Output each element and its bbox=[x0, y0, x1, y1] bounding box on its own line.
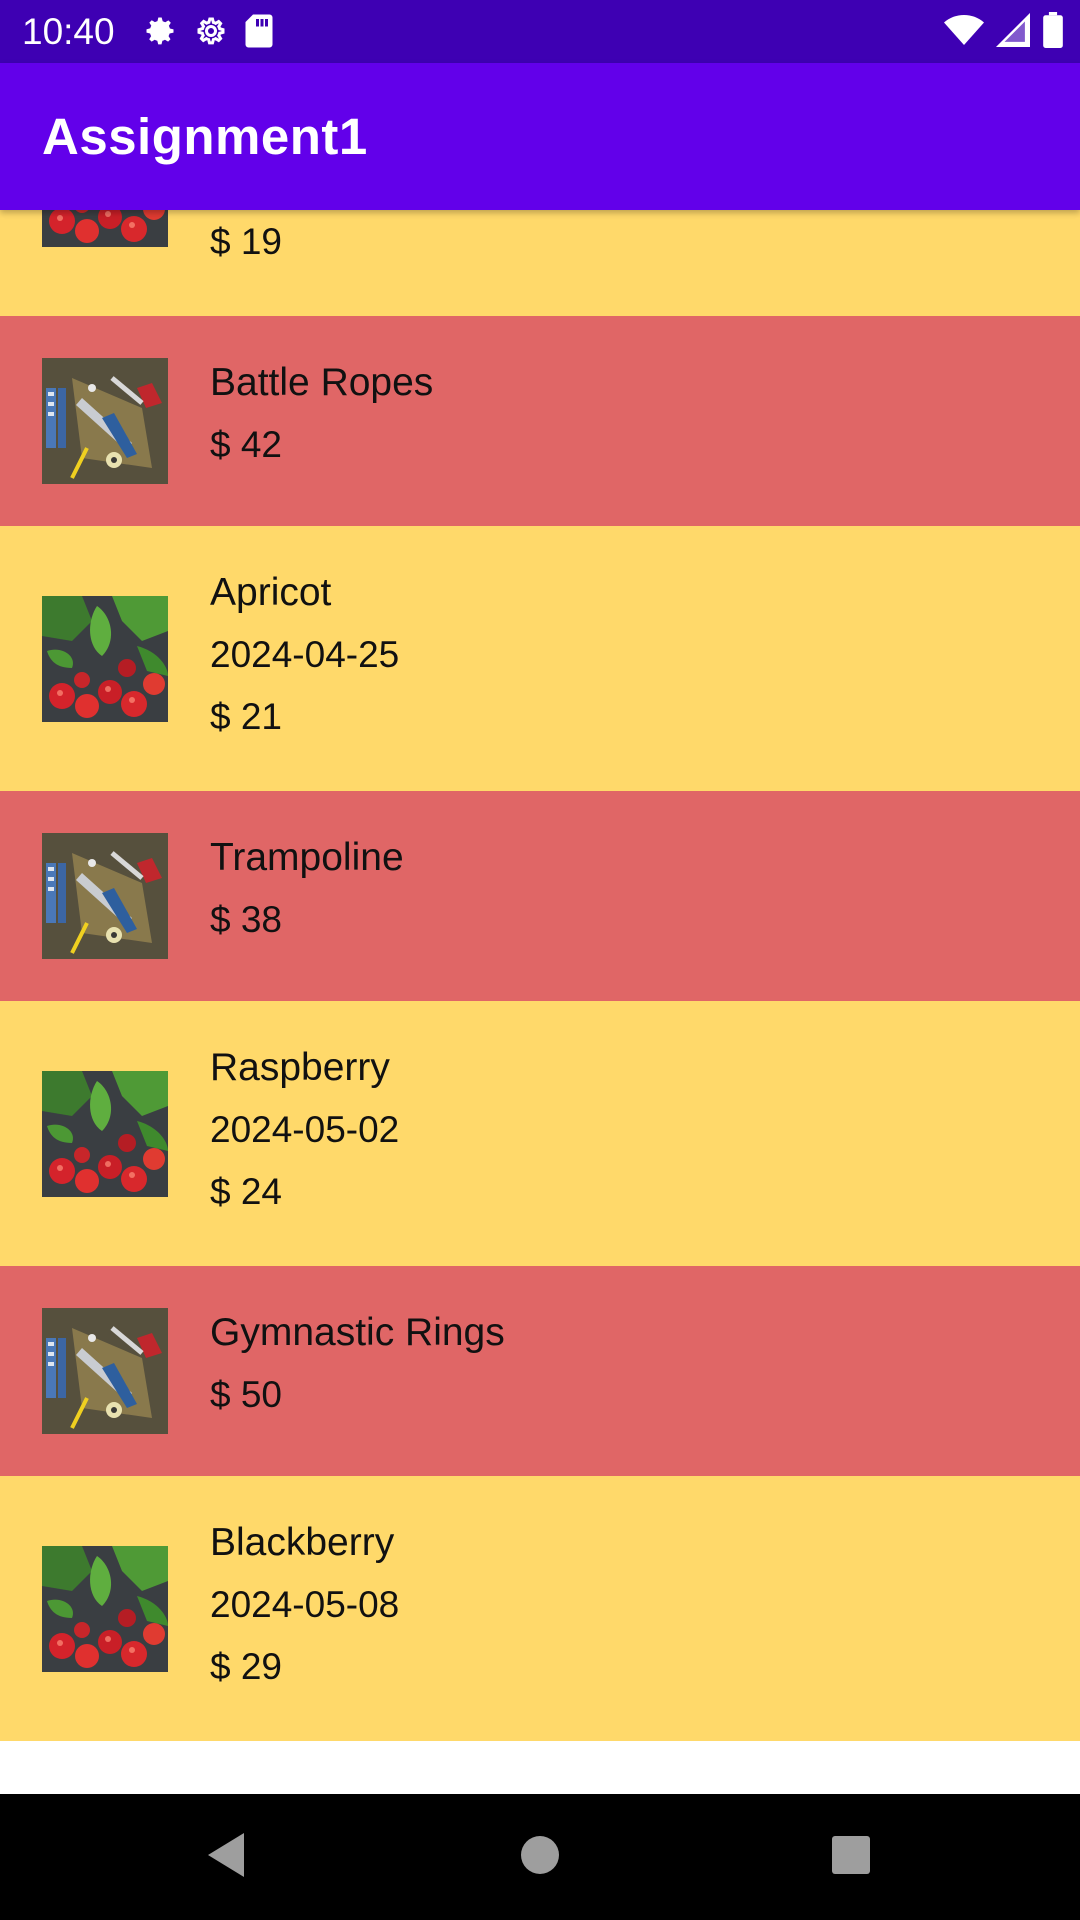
wifi-icon bbox=[944, 13, 984, 47]
app-title: Assignment1 bbox=[42, 108, 368, 165]
item-price: $ 19 bbox=[210, 221, 283, 262]
list-item[interactable]: Raspberry 2024-05-02 $ 24 bbox=[0, 1001, 1080, 1266]
item-price: $ 38 bbox=[210, 899, 283, 940]
tools-image bbox=[42, 833, 168, 959]
item-date: 2024-05-08 bbox=[210, 1584, 400, 1625]
home-button[interactable] bbox=[480, 1794, 600, 1920]
item-date: 2024-05-02 bbox=[210, 1109, 400, 1150]
app-bar: Assignment1 bbox=[0, 63, 1080, 210]
status-time: 10:40 bbox=[22, 11, 115, 52]
vegetables-image bbox=[42, 596, 168, 722]
tools-image bbox=[42, 1308, 168, 1434]
item-name: Apricot bbox=[210, 571, 332, 614]
status-system-icons bbox=[944, 12, 1064, 48]
tools-image bbox=[42, 358, 168, 484]
item-list-content: 2024-04-28 $ 19 Battle Ropes $ 42 Aprico… bbox=[0, 210, 1080, 1741]
list-item[interactable]: Trampoline $ 38 bbox=[0, 791, 1080, 1001]
item-name: Blackberry bbox=[210, 1521, 395, 1564]
sd-card-icon bbox=[244, 13, 274, 49]
battery-icon bbox=[1042, 12, 1064, 48]
vegetables-image bbox=[42, 1071, 168, 1197]
gear-icon bbox=[142, 13, 178, 49]
item-name: Raspberry bbox=[210, 1046, 390, 1089]
status-bar: 10:40 bbox=[0, 0, 1080, 63]
back-button[interactable] bbox=[166, 1794, 286, 1920]
item-price: $ 29 bbox=[210, 1646, 283, 1687]
list-item[interactable]: Apricot 2024-04-25 $ 21 bbox=[0, 526, 1080, 791]
item-name: Battle Ropes bbox=[210, 361, 434, 404]
list-item[interactable]: Gymnastic Rings $ 50 bbox=[0, 1266, 1080, 1476]
list-item[interactable]: Blackberry 2024-05-08 $ 29 bbox=[0, 1476, 1080, 1741]
item-price: $ 24 bbox=[210, 1171, 283, 1212]
navigation-bar bbox=[0, 1794, 1080, 1920]
item-price: $ 50 bbox=[210, 1374, 283, 1415]
recents-icon bbox=[831, 1835, 871, 1880]
vegetables-image bbox=[42, 210, 168, 247]
list-item[interactable]: Battle Ropes $ 42 bbox=[0, 316, 1080, 526]
recents-button[interactable] bbox=[791, 1794, 911, 1920]
list-item[interactable]: 2024-04-28 $ 19 bbox=[0, 210, 1080, 316]
item-price: $ 21 bbox=[210, 696, 283, 737]
item-price: $ 42 bbox=[210, 424, 283, 465]
vegetables-image bbox=[42, 1546, 168, 1672]
item-name: Gymnastic Rings bbox=[210, 1311, 505, 1354]
signal-icon bbox=[996, 13, 1030, 47]
home-icon bbox=[520, 1835, 560, 1880]
item-date: 2024-04-25 bbox=[210, 634, 400, 675]
item-name: Trampoline bbox=[210, 836, 404, 879]
back-icon bbox=[204, 1831, 248, 1884]
item-list[interactable]: 2024-04-28 $ 19 Battle Ropes $ 42 Aprico… bbox=[0, 210, 1080, 1794]
gear-icon bbox=[193, 13, 229, 49]
status-notification-icons bbox=[142, 13, 274, 49]
